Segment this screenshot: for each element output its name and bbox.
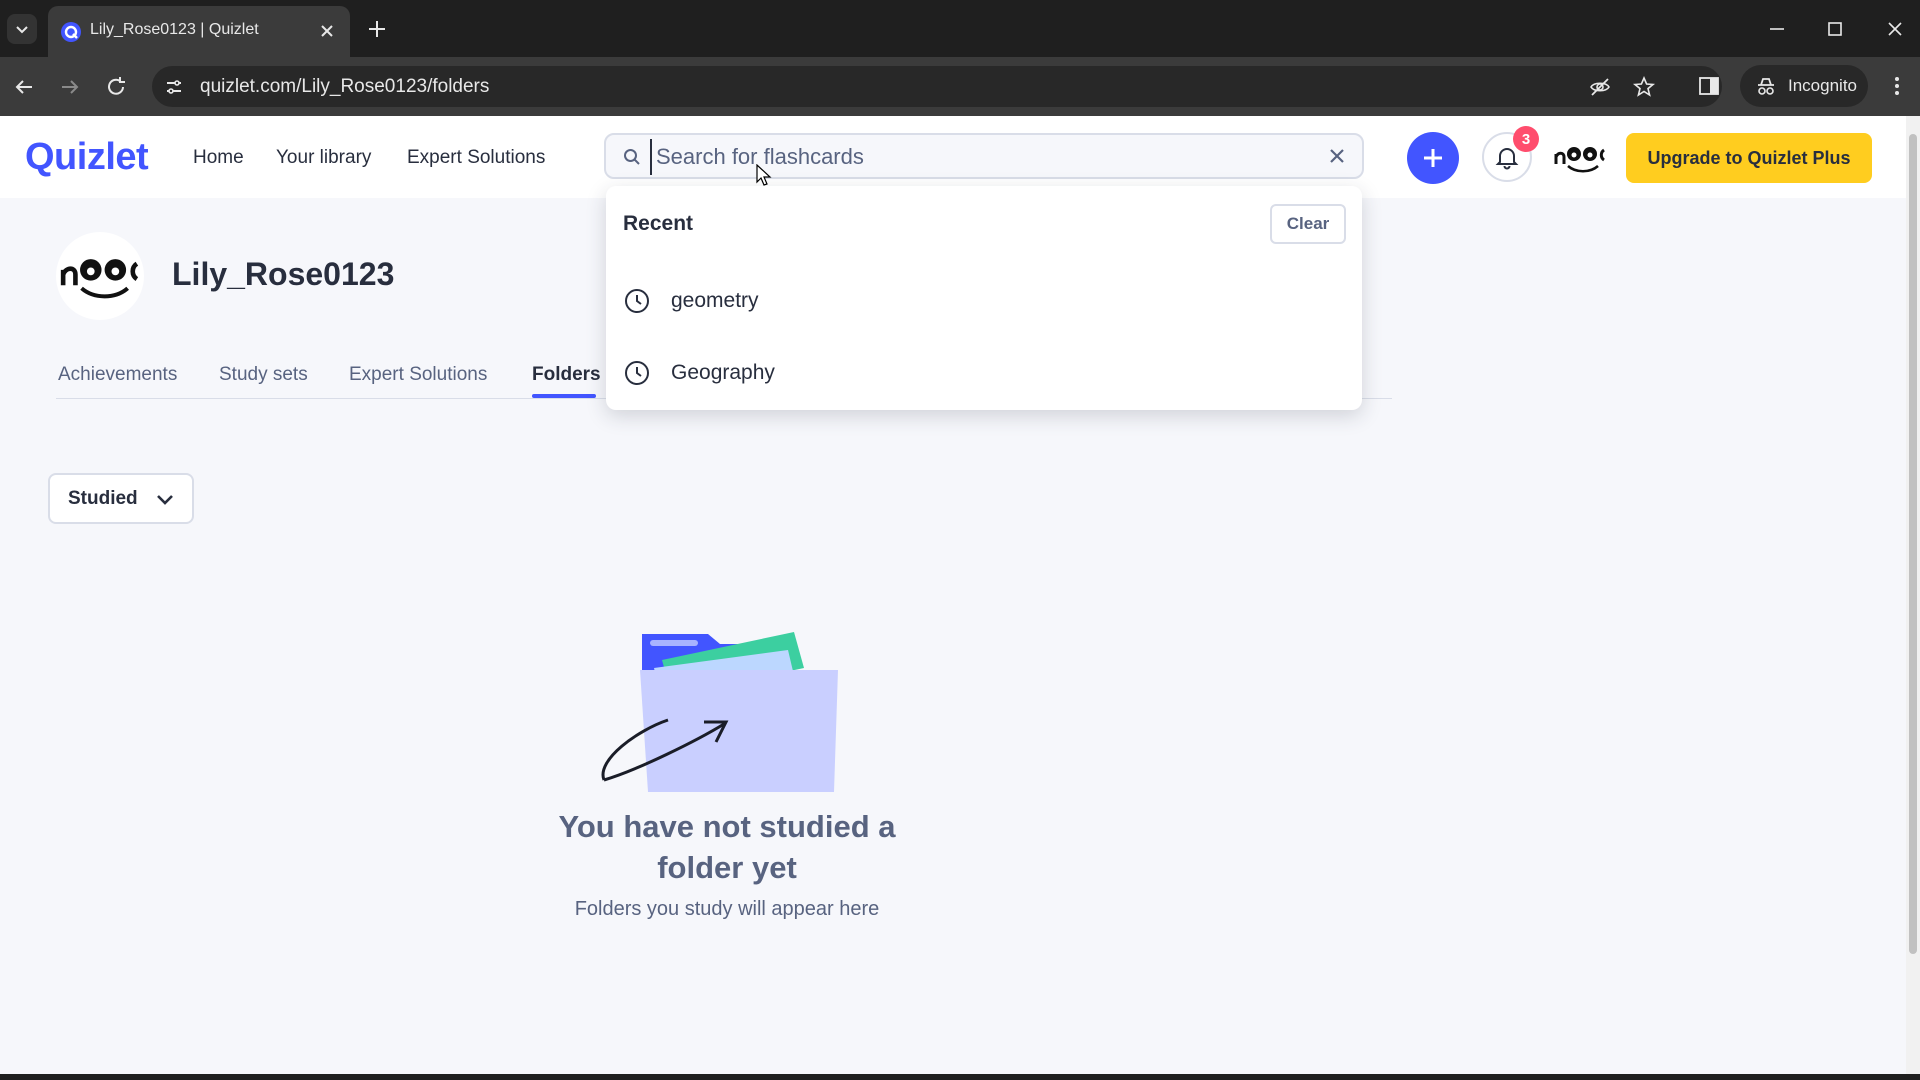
search-icon: [624, 149, 640, 165]
recent-search-item[interactable]: geometry: [623, 276, 1343, 326]
profile-avatar: [56, 232, 144, 320]
incognito-label: Incognito: [1788, 76, 1857, 95]
tab-study-sets[interactable]: Study sets: [219, 364, 308, 386]
nav-your-library[interactable]: Your library: [276, 147, 371, 169]
scrollbar-thumb[interactable]: [1909, 134, 1917, 954]
chevron-down-icon: [16, 26, 28, 34]
side-panel-icon[interactable]: [1696, 73, 1722, 99]
eye-off-icon[interactable]: [1588, 75, 1612, 99]
filter-selected-label: Studied: [68, 487, 138, 509]
forward-arrow-icon[interactable]: [56, 73, 84, 101]
empty-state-subtitle: Folders you study will appear here: [574, 898, 880, 920]
empty-state-title: You have not studied a folder yet: [558, 809, 896, 885]
back-arrow-icon[interactable]: [10, 73, 38, 101]
quizlet-logo[interactable]: Quizlet: [25, 136, 149, 179]
new-tab-icon[interactable]: [364, 16, 390, 42]
sort-filter-dropdown[interactable]: Studied: [48, 473, 194, 524]
avatar: [60, 259, 139, 299]
tab-folders[interactable]: Folders: [532, 364, 601, 386]
quizlet-favicon-icon: [61, 22, 81, 42]
url-text: quizlet.com/Lily_Rose0123/folders: [200, 76, 490, 97]
recent-heading: Recent: [623, 212, 694, 235]
recent-search-label: geometry: [671, 289, 759, 312]
bottom-edge: [0, 1074, 1920, 1080]
create-button[interactable]: [1407, 132, 1459, 184]
tab-achievements[interactable]: Achievements: [58, 364, 177, 386]
reload-icon[interactable]: [102, 73, 130, 101]
mouse-cursor-icon: [756, 164, 772, 186]
recent-search-item[interactable]: Geography: [623, 348, 1343, 398]
more-menu-icon[interactable]: [1884, 73, 1910, 99]
search-input[interactable]: [650, 139, 1298, 175]
profile-username: Lily_Rose0123: [172, 256, 395, 292]
search-box[interactable]: [604, 133, 1364, 179]
avatar[interactable]: [1552, 140, 1608, 176]
clock-icon: [625, 361, 649, 385]
address-bar[interactable]: quizlet.com/Lily_Rose0123/folders: [152, 66, 1722, 107]
incognito-indicator[interactable]: Incognito: [1740, 65, 1868, 107]
clear-search-icon[interactable]: [1326, 145, 1348, 167]
minimize-icon[interactable]: [1764, 16, 1790, 42]
close-icon[interactable]: [316, 20, 338, 42]
site-info-icon[interactable]: [162, 75, 186, 99]
browser-toolbar: quizlet.com/Lily_Rose0123/folders Incogn…: [0, 57, 1920, 116]
page-scrollbar[interactable]: [1906, 116, 1920, 1080]
tab-title: Lily_Rose0123 | Quizlet: [90, 21, 259, 38]
notification-count-badge: 3: [1513, 126, 1539, 152]
window-close-icon[interactable]: [1882, 16, 1908, 42]
plus-icon: [1424, 149, 1442, 167]
nav-expert-solutions[interactable]: Expert Solutions: [407, 147, 545, 169]
active-tab-indicator: [532, 394, 596, 398]
recent-search-label: Geography: [671, 361, 775, 384]
tab-expert-solutions[interactable]: Expert Solutions: [349, 364, 487, 386]
incognito-icon: [1758, 78, 1774, 95]
browser-tab[interactable]: Lily_Rose0123 | Quizlet: [48, 6, 350, 57]
maximize-icon[interactable]: [1822, 16, 1848, 42]
upgrade-button[interactable]: Upgrade to Quizlet Plus: [1626, 133, 1872, 183]
browser-tabstrip: Lily_Rose0123 | Quizlet: [0, 0, 1920, 57]
empty-folder-illustration: [601, 632, 838, 792]
clock-icon: [625, 289, 649, 313]
clear-recent-button[interactable]: Clear: [1270, 204, 1346, 244]
search-suggestions-dropdown: Recent Clear geometry Geography: [606, 186, 1362, 410]
chevron-down-icon: [156, 494, 173, 505]
star-icon[interactable]: [1632, 75, 1656, 99]
nav-home[interactable]: Home: [193, 147, 244, 169]
tab-search-button[interactable]: [7, 14, 37, 44]
